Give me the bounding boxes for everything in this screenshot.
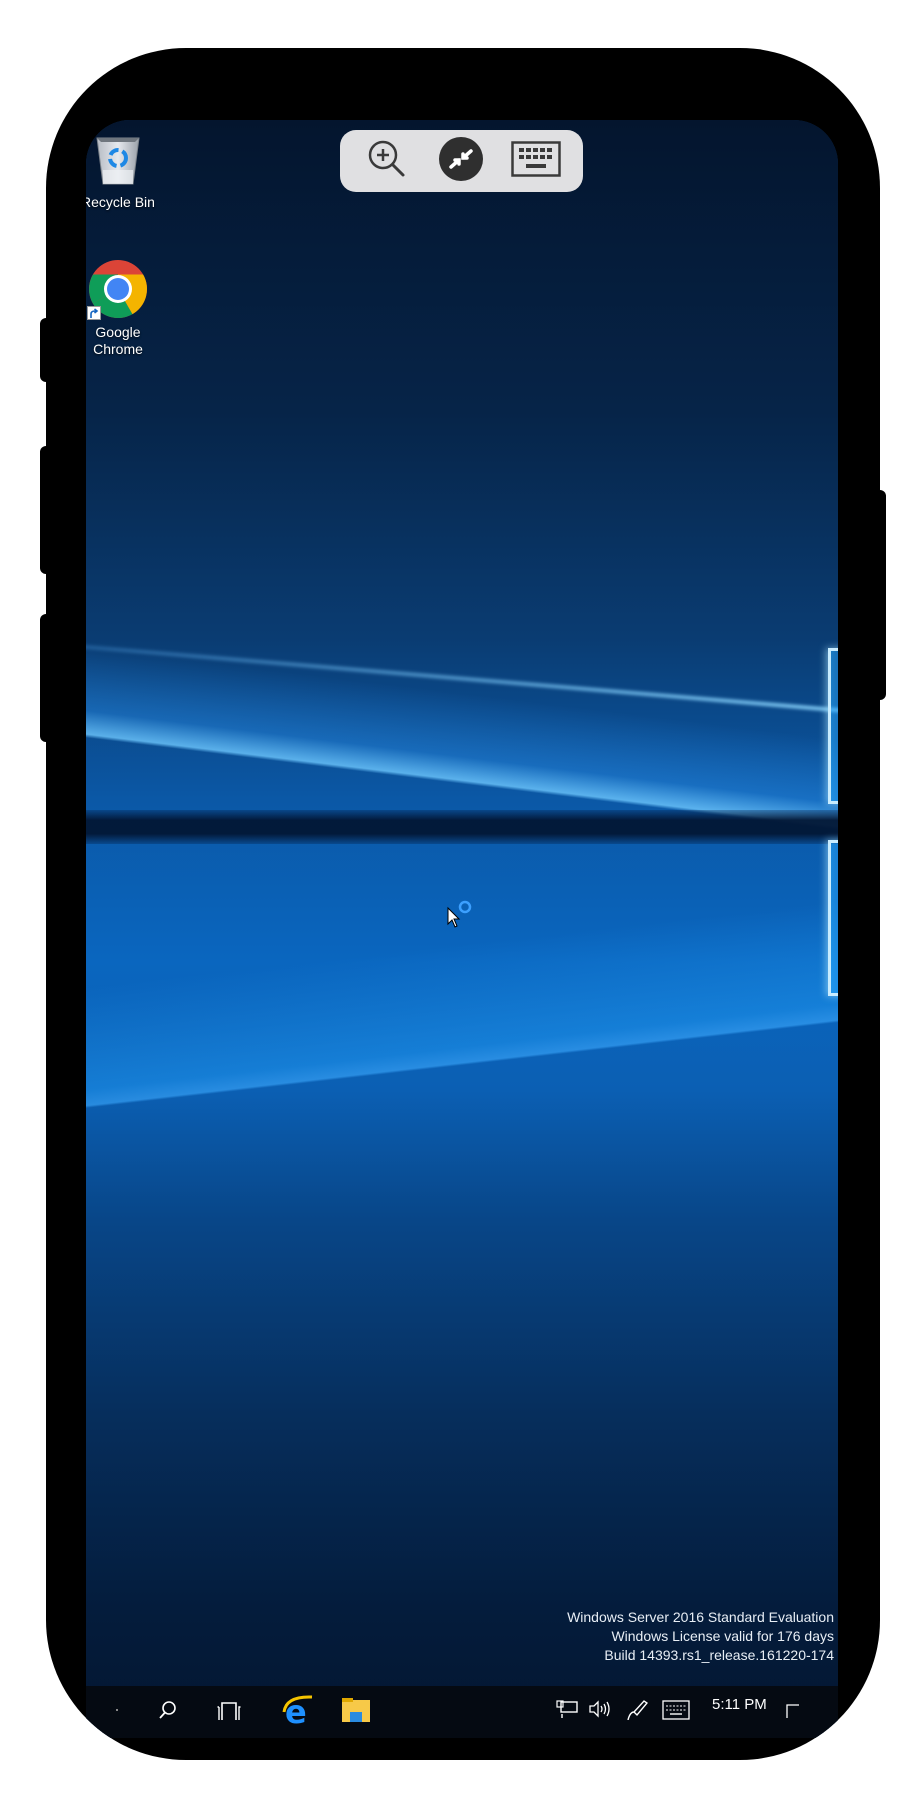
watermark-license: Windows License valid for 176 days [611, 1628, 834, 1644]
watermark-edition: Windows Server 2016 Standard Evaluation [567, 1609, 834, 1625]
remote-desktop-button[interactable] [435, 135, 487, 187]
remote-desktop-screen[interactable]: Recycle Bin Google Chrome Windows Server… [86, 120, 838, 1738]
keyboard-icon [511, 140, 561, 182]
taskbar: e 5:11 PM [86, 1686, 838, 1738]
chrome-icon [87, 258, 149, 320]
desktop-icon-label: Recycle Bin [86, 194, 155, 210]
taskbar-clock[interactable]: 5:11 PM [712, 1696, 767, 1713]
desktop-icon-recycle-bin[interactable]: Recycle Bin [86, 132, 158, 211]
remote-toolbar [340, 130, 583, 192]
watermark-build: Build 14393.rs1_release.161220-174 [604, 1647, 834, 1663]
internet-explorer-icon[interactable]: e [282, 1693, 316, 1731]
phone-frame: Recycle Bin Google Chrome Windows Server… [46, 48, 880, 1760]
shortcut-arrow-icon [87, 306, 101, 320]
windows-evaluation-watermark: Windows Server 2016 Standard Evaluation … [567, 1608, 834, 1665]
desktop-icon-google-chrome[interactable]: Google Chrome [86, 258, 158, 358]
search-icon[interactable] [158, 1700, 178, 1725]
keyboard-button[interactable] [510, 135, 562, 187]
mouse-cursor [446, 900, 480, 939]
start-icon[interactable] [116, 1702, 122, 1720]
remote-desktop-icon [438, 136, 484, 187]
busy-spinner-icon [458, 900, 472, 914]
windows-logo-pane-top [828, 648, 838, 804]
file-explorer-icon[interactable] [342, 1698, 370, 1727]
zoom-in-icon [366, 138, 408, 185]
desktop-icon-label: Chrome [93, 341, 143, 357]
desktop-icon-label: Google [95, 324, 141, 340]
task-view-icon[interactable] [216, 1700, 242, 1725]
network-icon[interactable] [556, 1700, 578, 1723]
windows-logo-pane-bottom [828, 840, 838, 996]
volume-icon[interactable] [588, 1700, 610, 1723]
zoom-button[interactable] [361, 135, 413, 187]
show-desktop-icon[interactable] [786, 1704, 800, 1723]
touch-keyboard-icon[interactable] [662, 1700, 690, 1725]
recycle-bin-icon [86, 132, 158, 190]
pen-icon[interactable] [626, 1700, 649, 1725]
